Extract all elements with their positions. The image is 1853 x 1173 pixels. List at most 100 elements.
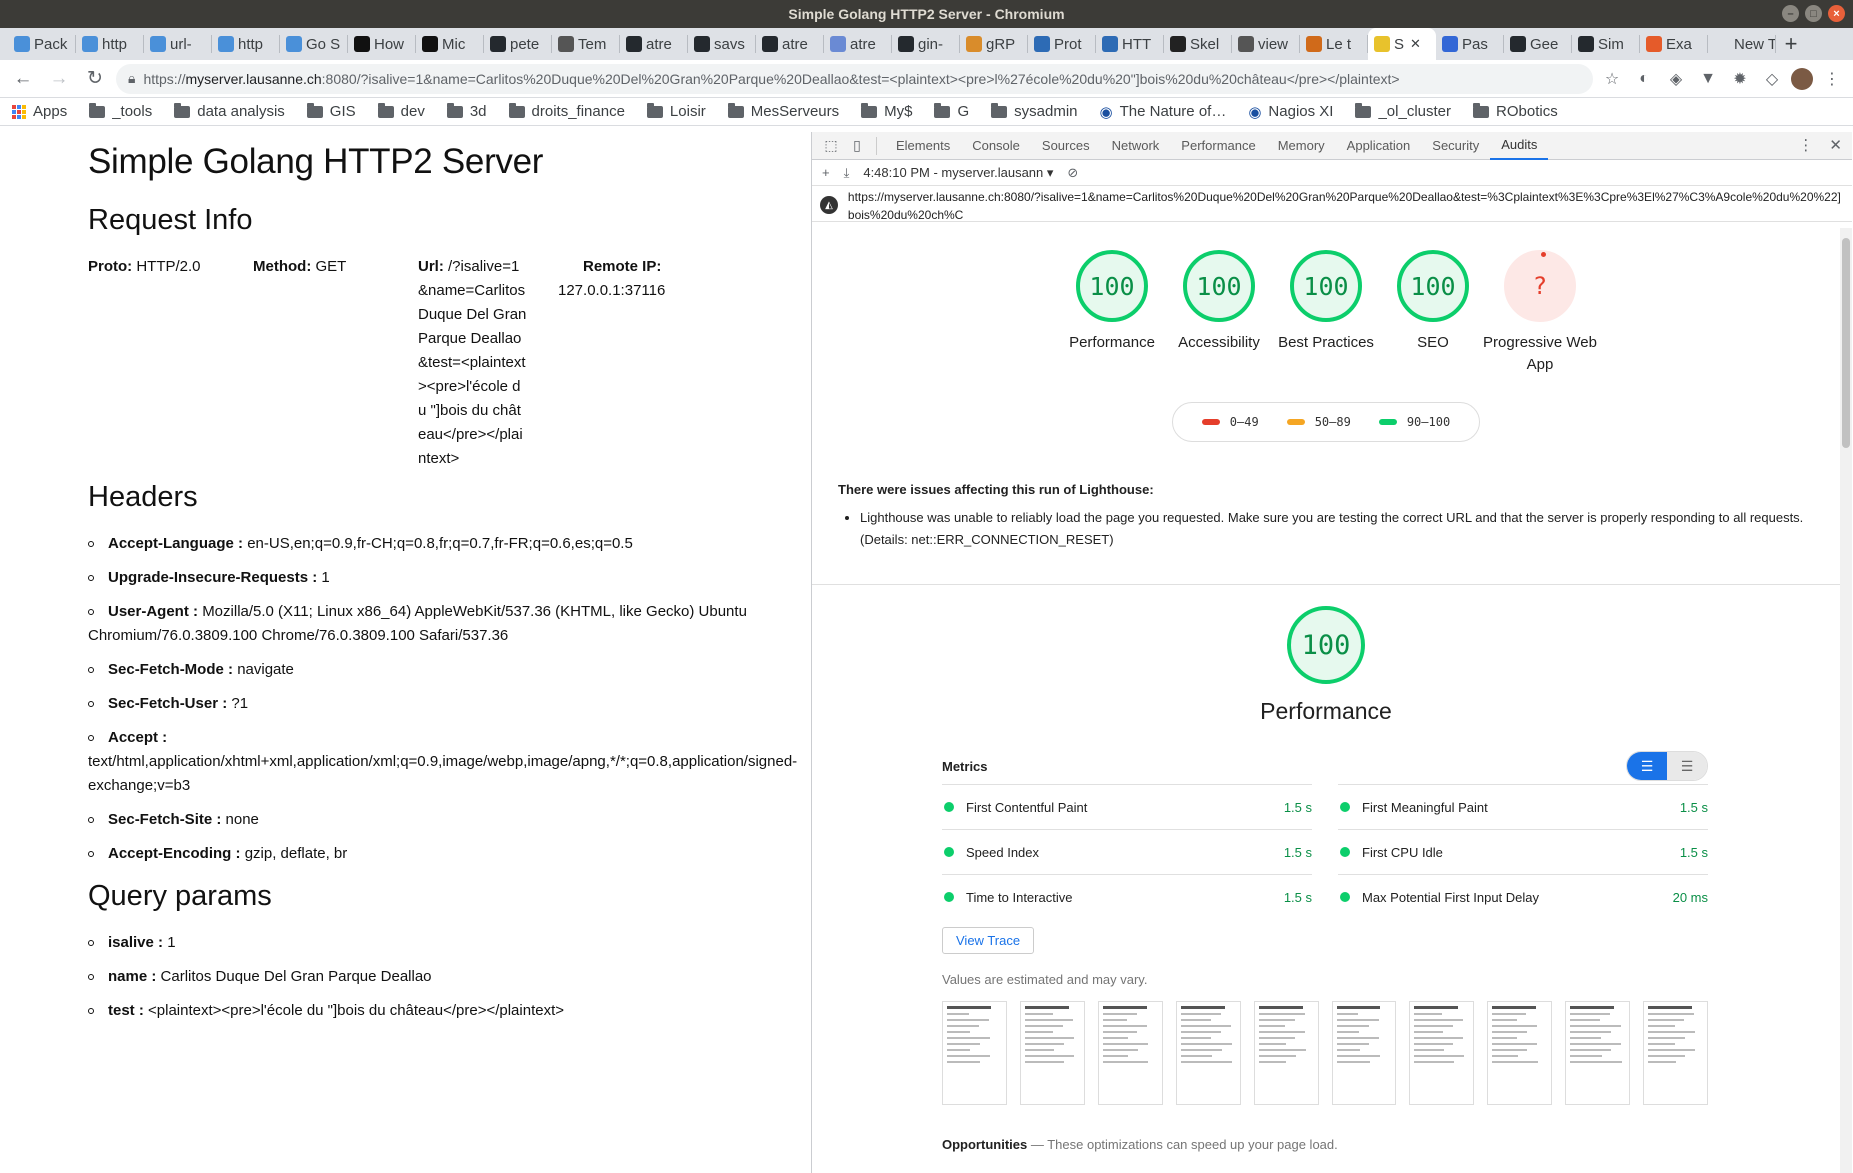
compact-view-icon[interactable]: ☰	[1627, 752, 1667, 780]
bookmark-8[interactable]: MesServeurs	[727, 102, 839, 120]
item-value: 1	[321, 569, 330, 586]
tab-close-icon[interactable]: ✕	[1410, 36, 1421, 52]
devtools-tab-console[interactable]: Console	[961, 132, 1031, 160]
tab-3[interactable]: http	[212, 35, 280, 53]
tab-8[interactable]: Tem	[552, 35, 620, 53]
devtools-tab-security[interactable]: Security	[1421, 132, 1490, 160]
bookmark-5[interactable]: 3d	[446, 102, 487, 120]
tab-22[interactable]: Gee	[1504, 35, 1572, 53]
forward-arrow-icon[interactable]: →	[44, 64, 74, 94]
tab-21[interactable]: Pas	[1436, 35, 1504, 53]
tab-9[interactable]: atre	[620, 35, 688, 53]
tab-23[interactable]: Sim	[1572, 35, 1640, 53]
tab-12[interactable]: atre	[824, 35, 892, 53]
bookmark-11[interactable]: sysadmin	[991, 102, 1078, 120]
expanded-view-icon[interactable]: ☰	[1667, 752, 1707, 780]
bookmark-9[interactable]: My$	[861, 102, 912, 120]
devtools-tab-network[interactable]: Network	[1101, 132, 1171, 160]
tab-19[interactable]: Le t	[1300, 35, 1368, 53]
devtools-tab-elements[interactable]: Elements	[885, 132, 961, 160]
tab-24[interactable]: Exa	[1640, 35, 1708, 53]
bookmark-1[interactable]: _tools	[89, 102, 152, 120]
bookmark-14[interactable]: _ol_cluster	[1355, 102, 1451, 120]
bookmark-10[interactable]: G	[934, 102, 969, 120]
extension-icon-3[interactable]: ▼	[1695, 66, 1721, 92]
tab-11[interactable]: atre	[756, 35, 824, 53]
devtools-tab-performance[interactable]: Performance	[1170, 132, 1266, 160]
new-tab-icon[interactable]: +	[1776, 28, 1806, 60]
extension-gear-icon[interactable]: ✹	[1727, 66, 1753, 92]
bookmark-13[interactable]: ◉ Nagios XI	[1248, 103, 1333, 121]
gauge-1[interactable]: 100 Accessibility	[1178, 250, 1260, 376]
gauge-0[interactable]: 100 Performance	[1069, 250, 1155, 376]
devtools-tab-memory[interactable]: Memory	[1267, 132, 1336, 160]
window-titlebar: Simple Golang HTTP2 Server - Chromium – …	[0, 0, 1853, 28]
tab-16[interactable]: HTT	[1096, 35, 1164, 53]
bookmark-0[interactable]: Apps	[12, 103, 67, 120]
metrics-view-toggle[interactable]: ☰ ☰	[1626, 751, 1708, 781]
tab-2[interactable]: url-	[144, 35, 212, 53]
tab-15[interactable]: Prot	[1028, 35, 1096, 53]
profile-avatar[interactable]	[1791, 67, 1813, 90]
tab-label: http	[238, 35, 264, 53]
devtools-tab-audits[interactable]: Audits	[1490, 132, 1549, 160]
menu-kebab-icon[interactable]: ⋮	[1819, 66, 1845, 92]
reload-icon[interactable]: ↻	[80, 64, 110, 94]
tab-7[interactable]: pete	[484, 35, 552, 53]
back-arrow-icon[interactable]: ←	[8, 64, 38, 94]
item-key-wrap: Accept-Language :	[88, 535, 243, 552]
report-selector[interactable]: 4:48:10 PM - myserver.lausann ▾	[863, 165, 1053, 181]
metric-name: First CPU Idle	[1362, 844, 1443, 860]
devtools-close-icon[interactable]: ✕	[1829, 136, 1842, 154]
tab-20[interactable]: S ✕	[1368, 28, 1436, 60]
device-toolbar-icon[interactable]: ▯	[844, 134, 870, 158]
devtools-menu-icon[interactable]: ⋮	[1798, 136, 1813, 154]
devtools-tab-sources[interactable]: Sources	[1031, 132, 1101, 160]
inspect-element-icon[interactable]: ⬚	[818, 134, 844, 158]
download-report-icon[interactable]: ⤓	[844, 165, 850, 181]
devtools-scrollbar[interactable]	[1840, 228, 1852, 1173]
lock-icon[interactable]: 🔒︎	[128, 70, 135, 87]
report-url[interactable]: https://myserver.lausanne.ch:8080/?isali…	[848, 188, 1844, 224]
bookmark-6[interactable]: droits_finance	[508, 102, 625, 120]
maximize-icon[interactable]: □	[1805, 5, 1822, 22]
bookmark-3[interactable]: GIS	[306, 102, 356, 120]
bookmark-7[interactable]: Loisir	[646, 102, 706, 120]
tab-13[interactable]: gin-	[892, 35, 960, 53]
tab-6[interactable]: Mic	[416, 35, 484, 53]
gauge-3[interactable]: 100 SEO	[1393, 250, 1473, 376]
close-window-icon[interactable]: ×	[1828, 5, 1845, 22]
metric-row: First Meaningful Paint 1.5 s	[1338, 784, 1708, 829]
bookmark-4[interactable]: dev	[377, 102, 425, 120]
gauge-4[interactable]: ? Progressive Web App	[1483, 250, 1597, 376]
view-trace-button[interactable]: View Trace	[942, 927, 1035, 954]
address-bar[interactable]: 🔒︎ https://myserver.lausanne.ch:8080/?is…	[116, 63, 1593, 94]
tab-label: Sim	[1598, 35, 1624, 53]
tab-10[interactable]: savs	[688, 35, 756, 53]
tab-17[interactable]: Skel	[1164, 35, 1232, 53]
devtools-tab-application[interactable]: Application	[1336, 132, 1422, 160]
bookmark-2[interactable]: data analysis	[174, 102, 285, 120]
tab-25[interactable]: New Ta	[1708, 35, 1776, 53]
minimize-icon[interactable]: –	[1782, 5, 1799, 22]
tab-4[interactable]: Go S	[280, 35, 348, 53]
scrollbar-thumb[interactable]	[1842, 238, 1850, 448]
extension-icon-4[interactable]: ◇	[1759, 66, 1785, 92]
gauge-2[interactable]: 100 Best Practices	[1278, 250, 1374, 376]
list-item: Accept : text/html,application/xhtml+xml…	[88, 726, 811, 798]
tab-5[interactable]: How	[348, 35, 416, 53]
tab-0[interactable]: Pack	[8, 35, 76, 53]
bookmark-star-icon[interactable]: ☆	[1599, 66, 1625, 92]
bookmark-12[interactable]: ◉ The Nature of…	[1100, 103, 1227, 121]
tab-14[interactable]: gRP	[960, 35, 1028, 53]
item-value: text/html,application/xhtml+xml,applicat…	[88, 753, 798, 794]
legend-label: 90–100	[1406, 415, 1451, 429]
tab-1[interactable]: http	[76, 35, 144, 53]
extension-icon-2[interactable]: ◈	[1663, 66, 1689, 92]
clear-reports-icon[interactable]: ⊘	[1067, 165, 1078, 181]
extension-icon-1[interactable]: ◐	[1631, 66, 1657, 92]
tab-18[interactable]: view	[1232, 35, 1300, 53]
bookmark-15[interactable]: RObotics	[1473, 102, 1558, 120]
new-audit-icon[interactable]: +	[822, 165, 830, 180]
remote-ip-value: 127.0.0.1:37116	[558, 282, 666, 299]
